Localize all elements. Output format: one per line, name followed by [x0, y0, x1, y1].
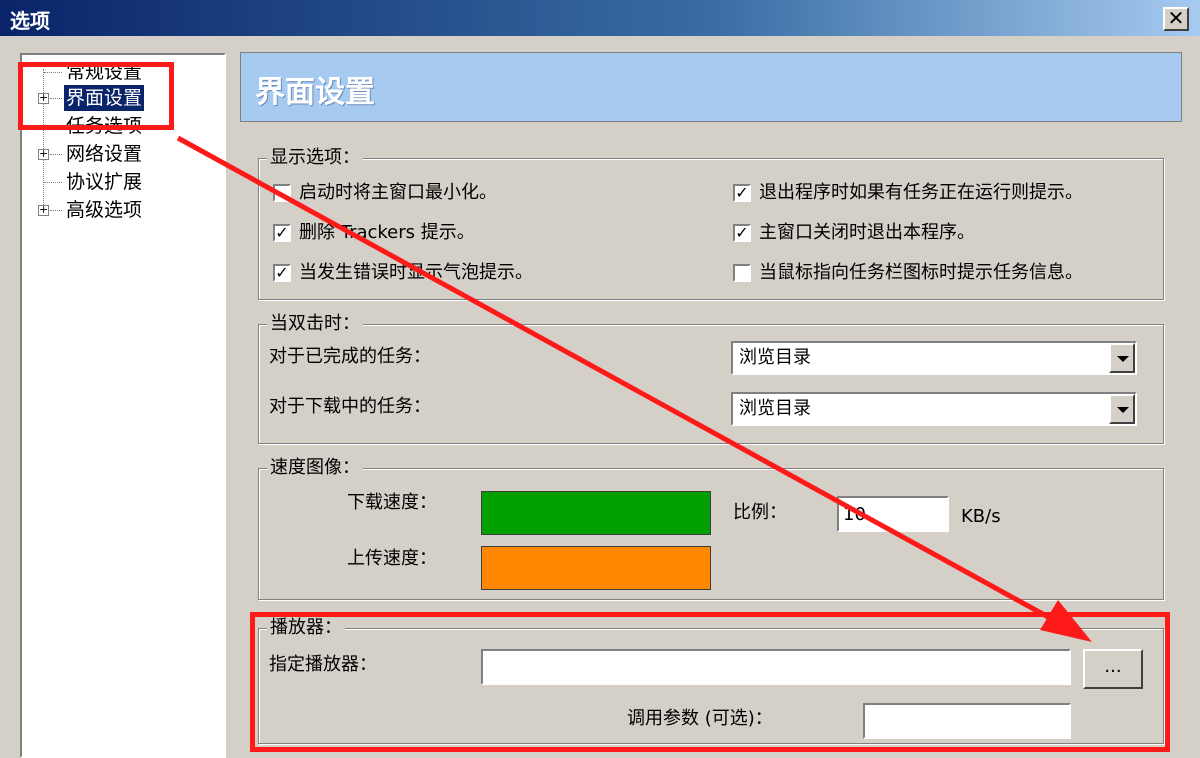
chevron-down-icon[interactable]: [1109, 343, 1135, 373]
annotation-highlight-tree: [18, 62, 174, 130]
tree-item-protocols[interactable]: 协议扩展: [22, 169, 222, 195]
group-title: 显示选项：: [267, 147, 363, 169]
upload-color-swatch[interactable]: [481, 546, 711, 590]
page-banner: 界面设置: [240, 52, 1182, 122]
tree-connector: [50, 154, 62, 155]
close-button[interactable]: ✕: [1163, 7, 1189, 31]
group-title: 速度图像：: [267, 457, 363, 479]
expand-icon[interactable]: +: [38, 148, 49, 160]
downloading-task-select[interactable]: 浏览目录: [731, 392, 1137, 426]
download-speed-label: 下载速度：: [347, 492, 437, 513]
ratio-label: 比例：: [733, 502, 787, 523]
checkbox[interactable]: [273, 184, 291, 202]
page-title: 界面设置: [255, 75, 375, 110]
tree-item-label: 协议扩展: [66, 171, 143, 193]
tree-connector: [50, 210, 62, 211]
checkbox[interactable]: [733, 264, 751, 282]
expand-icon[interactable]: +: [38, 204, 49, 216]
chevron-down-icon[interactable]: [1109, 394, 1135, 424]
checkbox[interactable]: ✓: [273, 224, 291, 242]
checkbox[interactable]: ✓: [733, 224, 751, 242]
display-options-group: 显示选项： 启动时将主窗口最小化。 ✓ 删除 Trackers 提示。 ✓ 当发…: [258, 147, 1164, 300]
double-click-group: 当双击时： 对于已完成的任务： 浏览目录 对于下载中的任务： 浏览目录: [258, 313, 1164, 444]
upload-speed-label: 上传速度：: [347, 548, 437, 569]
window-title: 选项: [10, 9, 50, 33]
download-color-swatch[interactable]: [481, 491, 711, 535]
ratio-unit-label: KB/s: [961, 506, 1001, 527]
downloading-task-label: 对于下载中的任务：: [269, 396, 431, 417]
completed-task-label: 对于已完成的任务：: [269, 346, 431, 367]
window-titlebar: 选项 ✕: [0, 0, 1200, 36]
tree-item-label: 高级选项: [66, 199, 143, 221]
tree-connector: [44, 182, 62, 183]
checkbox[interactable]: ✓: [273, 264, 291, 282]
tree-item-label: 网络设置: [66, 143, 143, 165]
group-title: 当双击时：: [267, 313, 363, 335]
options-tree[interactable]: 常规设置 + 界面设置 任务选项 + 网络设置 协议扩展 + 高级选项: [20, 53, 226, 758]
close-icon: ✕: [1167, 6, 1185, 30]
tree-item-network[interactable]: + 网络设置: [22, 141, 222, 167]
speed-graph-group: 速度图像： 下载速度： 上传速度： 比例： KB/s: [258, 457, 1164, 600]
annotation-highlight-player: [250, 612, 1170, 752]
completed-task-select[interactable]: 浏览目录: [731, 341, 1137, 375]
ratio-input[interactable]: [837, 496, 949, 532]
checkbox[interactable]: ✓: [733, 184, 751, 202]
tree-item-advanced[interactable]: + 高级选项: [22, 197, 222, 223]
